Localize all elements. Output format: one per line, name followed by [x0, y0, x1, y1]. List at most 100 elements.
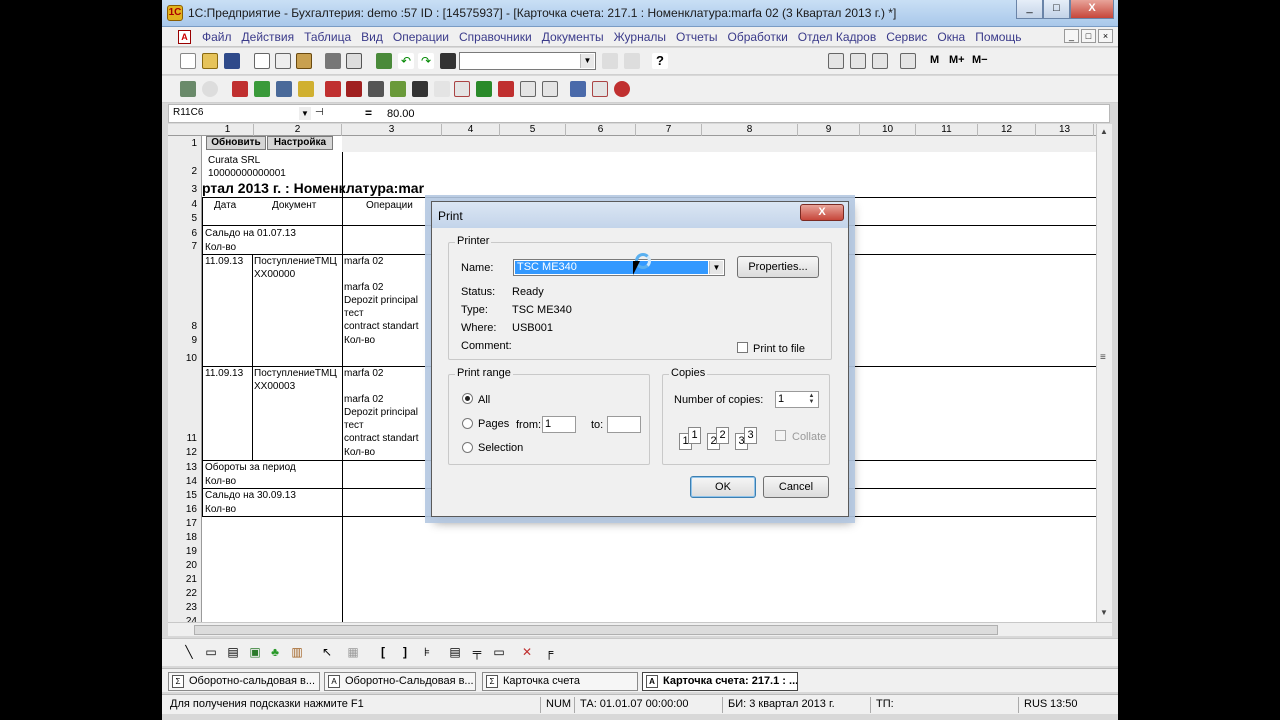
post-icon[interactable]	[498, 81, 514, 97]
undo-icon[interactable]: ↶	[398, 53, 414, 69]
column-header[interactable]: 11	[916, 124, 978, 136]
range-pages-radio[interactable]	[462, 418, 473, 429]
bring-front-icon[interactable]: ⊧	[420, 645, 434, 659]
minus-icon[interactable]	[368, 81, 384, 97]
save-icon[interactable]	[224, 53, 240, 69]
settings-button[interactable]: Настройка	[267, 136, 333, 150]
scroll-down-icon[interactable]: ▼	[1100, 608, 1108, 617]
formula-value[interactable]: 80.00	[387, 108, 415, 120]
row-header[interactable]: 11	[187, 433, 197, 444]
row-header[interactable]: 9	[191, 335, 197, 346]
documents-icon[interactable]	[232, 81, 248, 97]
column-header[interactable]: 8	[702, 124, 798, 136]
report-icon[interactable]	[376, 53, 392, 69]
row-header[interactable]: 19	[186, 546, 197, 557]
from-input[interactable]: 1	[542, 416, 576, 433]
num-copies-input[interactable]: 1 ▲ ▼	[775, 391, 819, 408]
minimize-button[interactable]: _	[1016, 0, 1043, 19]
add-entry-icon[interactable]	[325, 81, 341, 97]
menu-processing[interactable]: Обработки	[722, 30, 792, 44]
window-tab-active[interactable]: A Карточка счета: 217.1 : ...	[642, 672, 798, 691]
properties-button[interactable]: Properties...	[737, 256, 819, 278]
printer-select[interactable]: TSC ME340 ▼	[513, 259, 725, 276]
column-header[interactable]: 1	[202, 124, 254, 136]
menu-directories[interactable]: Справочники	[454, 30, 537, 44]
search-combo[interactable]: ▼	[459, 52, 596, 70]
balance-icon[interactable]	[298, 81, 314, 97]
operations-icon[interactable]	[202, 81, 218, 97]
menu-view[interactable]: Вид	[356, 30, 388, 44]
memory-button[interactable]: M	[930, 54, 939, 66]
text-tool-icon[interactable]: ▤	[226, 645, 240, 659]
close-button[interactable]: X	[1070, 0, 1114, 19]
find-icon[interactable]	[440, 53, 456, 69]
format-icon[interactable]	[434, 81, 450, 97]
report-list-icon[interactable]	[520, 81, 536, 97]
collate-checkbox[interactable]	[775, 430, 786, 441]
line-tool-icon[interactable]: ╲	[182, 645, 196, 659]
menu-hr[interactable]: Отдел Кадров	[793, 30, 881, 44]
refresh-button[interactable]: Обновить	[206, 136, 266, 150]
forward-icon[interactable]	[476, 81, 492, 97]
row-header[interactable]: 4	[191, 199, 197, 210]
scroll-thumb-icon[interactable]: ≡	[1100, 352, 1106, 363]
window-tab[interactable]: Σ Карточка счета	[482, 672, 638, 691]
print-to-file-checkbox[interactable]	[737, 342, 748, 353]
maximize-button[interactable]: □	[1043, 0, 1070, 19]
row-header[interactable]: 13	[186, 462, 197, 473]
menu-table[interactable]: Таблица	[299, 30, 356, 44]
row-header[interactable]: 22	[186, 588, 197, 599]
column-header[interactable]: 2	[254, 124, 342, 136]
ole-object-icon[interactable]: ♣	[268, 645, 282, 659]
column-header[interactable]: 10	[860, 124, 916, 136]
mdi-restore-button[interactable]: □	[1081, 29, 1096, 43]
column-header[interactable]: 13	[1036, 124, 1094, 136]
menu-help[interactable]: Помощь	[970, 30, 1026, 44]
merge-icon[interactable]: ▭	[492, 645, 506, 659]
row-header[interactable]: 8	[191, 321, 197, 332]
print-preview-icon[interactable]	[346, 53, 362, 69]
journal-icon[interactable]	[276, 81, 292, 97]
menu-documents[interactable]: Документы	[537, 30, 609, 44]
menu-actions[interactable]: Действия	[237, 30, 300, 44]
row-header[interactable]: 23	[186, 602, 197, 613]
dialog-close-button[interactable]: X	[800, 204, 844, 221]
calendar-icon[interactable]	[850, 53, 866, 69]
ok-button[interactable]: OK	[690, 476, 756, 498]
calculator-icon[interactable]	[828, 53, 844, 69]
column-header[interactable]: 9	[798, 124, 860, 136]
copy-entry-icon[interactable]	[390, 81, 406, 97]
cut-icon[interactable]	[254, 53, 270, 69]
grid-lines-icon[interactable]: ▤	[448, 645, 462, 659]
menu-service[interactable]: Сервис	[881, 30, 932, 44]
chart-of-accounts-icon[interactable]	[180, 81, 196, 97]
delete-split-icon[interactable]: ✕	[520, 645, 534, 659]
chevron-down-icon[interactable]: ▼	[299, 107, 311, 120]
mdi-minimize-button[interactable]: _	[1064, 29, 1079, 43]
memory-plus-button[interactable]: M+	[949, 54, 965, 66]
column-header[interactable]: 3	[342, 124, 442, 136]
menu-windows[interactable]: Окна	[932, 30, 970, 44]
find-next-icon[interactable]	[602, 53, 618, 69]
row-header[interactable]: 17	[186, 518, 197, 529]
vertical-scrollbar[interactable]: ▲ ≡ ▼	[1096, 124, 1112, 622]
row-header[interactable]: 1	[191, 138, 197, 149]
bracket-right-icon[interactable]: ]	[398, 645, 412, 659]
mdi-close-button[interactable]: ×	[1098, 29, 1113, 43]
chevron-down-icon[interactable]: ▼	[709, 261, 723, 274]
chart-tool-icon[interactable]: ▥	[290, 645, 304, 659]
stop-icon[interactable]	[614, 81, 630, 97]
column-header[interactable]: 12	[978, 124, 1036, 136]
memory-minus-button[interactable]: M−	[972, 54, 988, 66]
grid-icon[interactable]	[592, 81, 608, 97]
document-icon[interactable]: A	[178, 30, 191, 44]
new-icon[interactable]	[180, 53, 196, 69]
menu-operations[interactable]: Операции	[388, 30, 454, 44]
window-tab[interactable]: A Оборотно-Сальдовая в...	[324, 672, 476, 691]
print-icon[interactable]	[325, 53, 341, 69]
row-header[interactable]: 10	[186, 353, 197, 364]
range-selection-radio[interactable]	[462, 442, 473, 453]
pointer-icon[interactable]: ↖	[320, 645, 334, 659]
row-header[interactable]: 21	[186, 574, 197, 585]
pin-icon[interactable]: ⊣	[315, 107, 324, 118]
